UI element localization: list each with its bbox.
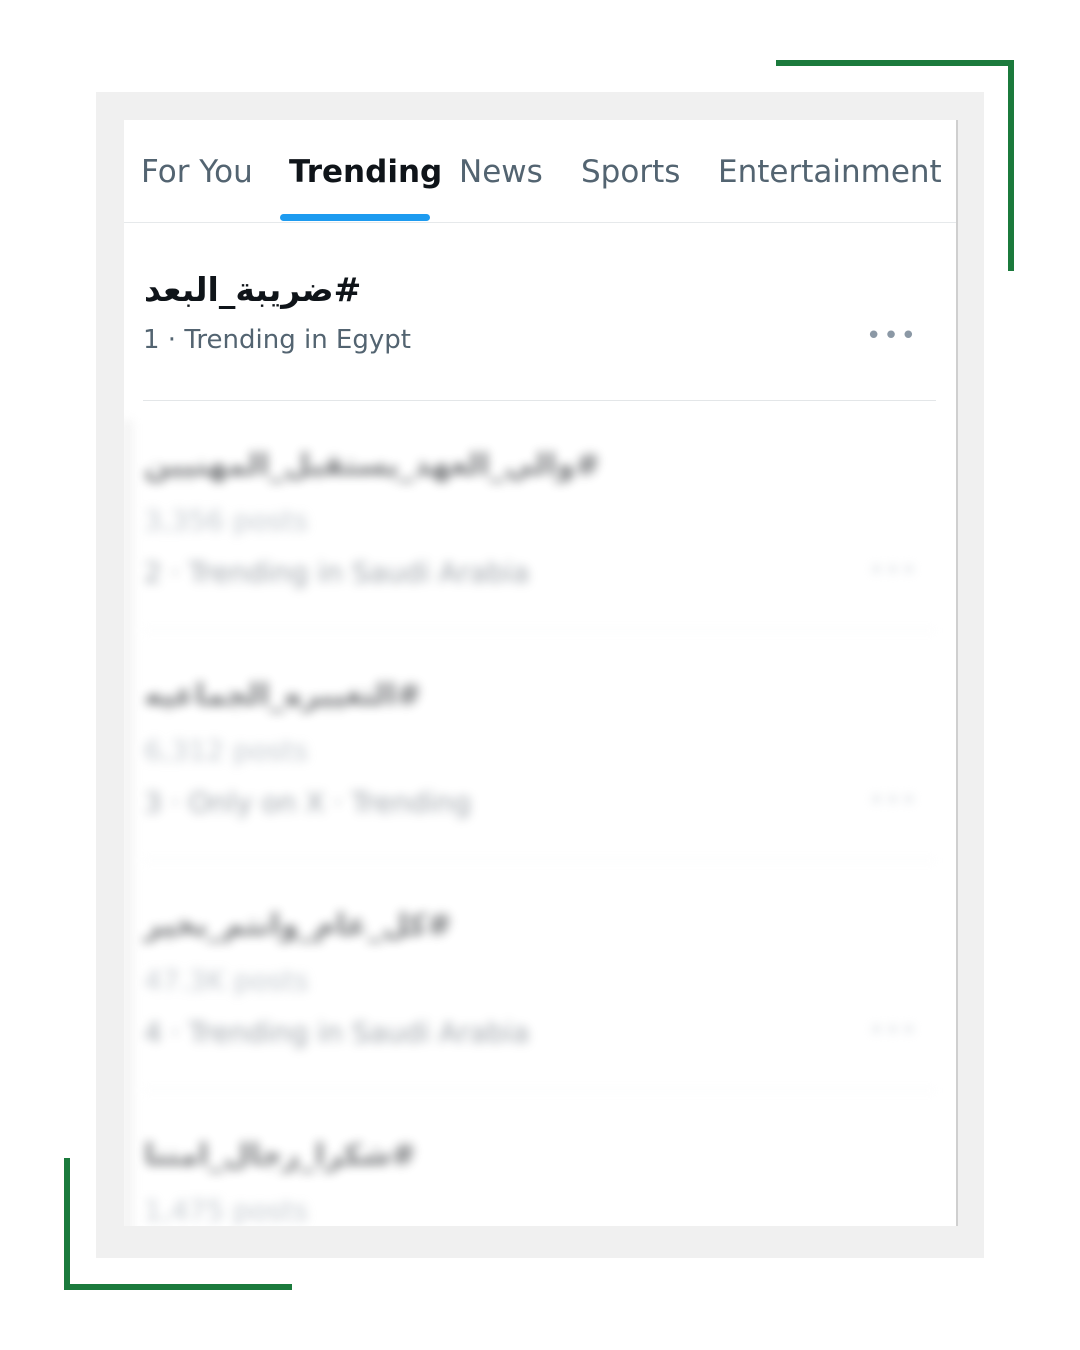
- tab-for-you[interactable]: For You: [141, 154, 253, 190]
- trend-rank-location: 2 · Trending in Saudi Arabia: [144, 556, 530, 589]
- tab-news[interactable]: News: [459, 154, 543, 190]
- active-tab-indicator: [280, 214, 430, 221]
- trend-item-4[interactable]: #كل_عام_وانتم_بخير 47.3K posts 4 · Trend…: [124, 880, 956, 1110]
- trend-item-3[interactable]: #التغييره_الجماعيه 6,312 posts 3 · Only …: [124, 650, 956, 880]
- more-options-icon[interactable]: •••: [870, 786, 918, 814]
- explore-screen: For You Trending News Sports Entertainme…: [124, 120, 958, 1226]
- divider: [143, 630, 936, 631]
- divider: [143, 400, 936, 401]
- trend-rank-location: 4 · Trending in Saudi Arabia: [144, 1016, 530, 1049]
- more-options-icon[interactable]: •••: [870, 556, 918, 584]
- trend-item-5[interactable]: #شكرا_رجال_امننا 1,475 posts: [124, 1110, 956, 1226]
- trend-item-2[interactable]: #والي_العهد_يستقبل_المهنيين 3,356 posts …: [124, 420, 956, 650]
- tab-trending[interactable]: Trending: [289, 154, 442, 190]
- divider: [143, 860, 936, 861]
- tab-sports[interactable]: Sports: [581, 154, 680, 190]
- more-options-icon[interactable]: •••: [866, 323, 918, 349]
- trend-item-1[interactable]: #ضريبة_البعد 1 · Trending in Egypt •••: [124, 222, 956, 402]
- blurred-trend-list: #والي_العهد_يستقبل_المهنيين 3,356 posts …: [124, 420, 956, 1226]
- trend-post-count: 3,356 posts: [144, 504, 309, 537]
- trend-hashtag[interactable]: #كل_عام_وانتم_بخير: [144, 908, 452, 943]
- trend-post-count: 6,312 posts: [144, 734, 309, 767]
- trend-hashtag[interactable]: #والي_العهد_يستقبل_المهنيين: [144, 448, 600, 483]
- trend-post-count: 47.3K posts: [144, 964, 309, 997]
- trend-hashtag[interactable]: #ضريبة_البعد: [144, 270, 361, 309]
- explore-tab-bar: For You Trending News Sports Entertainme…: [124, 120, 956, 223]
- divider: [143, 1090, 936, 1091]
- trend-hashtag[interactable]: #شكرا_رجال_امننا: [144, 1138, 416, 1173]
- trend-hashtag[interactable]: #التغييره_الجماعيه: [144, 678, 421, 713]
- tab-entertainment[interactable]: Entertainment: [718, 154, 942, 190]
- trend-rank-location: 1 · Trending in Egypt: [143, 325, 411, 355]
- more-options-icon[interactable]: •••: [870, 1016, 918, 1044]
- trend-rank-location: 3 · Only on X · Trending: [144, 786, 472, 819]
- trend-post-count: 1,475 posts: [144, 1194, 309, 1226]
